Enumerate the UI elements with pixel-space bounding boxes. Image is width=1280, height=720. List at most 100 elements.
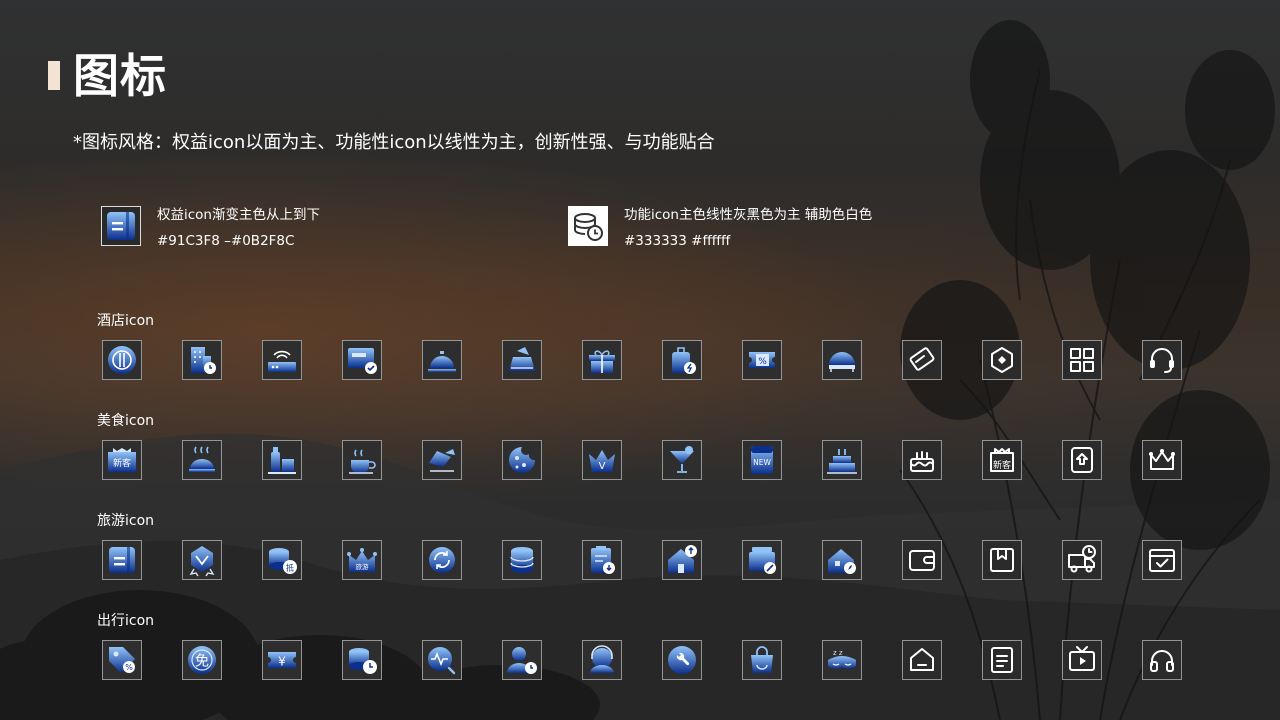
- page-title: 图标: [73, 49, 167, 103]
- birthday-cake-line-icon-glyph: [910, 451, 934, 472]
- user-clock-icon-glyph: [507, 647, 537, 674]
- service-bell-icon: [422, 340, 462, 380]
- new-customer-shop-icon-glyph: 新客: [108, 448, 136, 472]
- sleep-mask-icon-glyph: z z: [828, 649, 856, 669]
- room-key-card-icon: [902, 340, 942, 380]
- rights-legend-line2: #91C3F8 –#0B2F8C: [157, 233, 295, 249]
- headset-icon: [1142, 340, 1182, 380]
- clipboard-download-icon-glyph: [591, 546, 615, 574]
- sleep-mask-icon: z z: [822, 640, 862, 680]
- luggage-icon-glyph: [672, 347, 696, 374]
- svg-text:抵: 抵: [286, 563, 294, 573]
- dining-plate-icon-glyph: [108, 346, 136, 374]
- svg-text:V: V: [599, 461, 606, 472]
- function-legend-line2: #333333 #ffffff: [624, 233, 731, 249]
- room-card-check-icon: [342, 340, 382, 380]
- discount-ticket-icon-glyph: %: [749, 352, 775, 368]
- shopping-bag-icon-glyph: [751, 646, 773, 673]
- laundry-icon-glyph: [509, 347, 535, 371]
- new-customer-line-icon: 新客: [982, 440, 1022, 480]
- page-subtitle: *图标风格：权益icon以面为主、功能性icon以线性为主，创新性强、与功能贴合: [73, 132, 715, 153]
- diamond-badge-icon: [982, 340, 1022, 380]
- note-document-icon: [982, 640, 1022, 680]
- coins-clock-icon: [342, 640, 382, 680]
- cocktail-icon: [662, 440, 702, 480]
- wallet-icon: [902, 540, 942, 580]
- new-tag-icon-glyph: NEW: [751, 446, 773, 474]
- exchange-coupon-icon: [1062, 440, 1102, 480]
- wifi-router-icon: [262, 340, 302, 380]
- hot-coffee-icon-glyph: [349, 449, 376, 474]
- discount-ticket-icon: %: [742, 340, 782, 380]
- cookie-icon: [502, 440, 542, 480]
- tv-play-icon-glyph: [1069, 646, 1095, 671]
- room-key-card-icon-glyph: [909, 347, 935, 371]
- new-tag-icon: NEW: [742, 440, 782, 480]
- hotel-building-clock-icon-glyph: [191, 347, 216, 374]
- food-delivery-icon: [422, 440, 462, 480]
- discount-tag-icon-glyph: %: [109, 647, 135, 673]
- home-line-icon: [902, 640, 942, 680]
- vip-crown-icon: V: [582, 440, 622, 480]
- travel-crown-icon-glyph: 旅游: [347, 548, 377, 572]
- coin-stack-icon-glyph: [510, 547, 534, 573]
- crown-line-icon-glyph: [1149, 449, 1175, 470]
- gift-box-icon-glyph: [589, 350, 615, 373]
- truck-clock-icon: [1062, 540, 1102, 580]
- vip-crown-icon-glyph: V: [589, 450, 615, 472]
- laundry-icon: [502, 340, 542, 380]
- home-line-icon-glyph: [910, 648, 934, 671]
- free-coin-icon-glyph: 免: [188, 646, 216, 674]
- bottle-city-icon-glyph: [268, 447, 296, 474]
- function-legend-line1: 功能icon主色线性灰黑色为主 辅助色白色: [624, 207, 873, 223]
- svg-text:新客: 新客: [993, 459, 1011, 471]
- house-compass-icon: [822, 540, 862, 580]
- canopy-bed-icon: [822, 340, 862, 380]
- headphones-icon-glyph: [1150, 650, 1174, 672]
- repair-wrench-icon-glyph: [668, 646, 696, 674]
- cycle-refresh-icon: [422, 540, 462, 580]
- svg-text:NEW: NEW: [753, 458, 771, 467]
- discount-tag-icon: %: [102, 640, 142, 680]
- clipboard-download-icon: [582, 540, 622, 580]
- card-stack-cancel-icon: [742, 540, 782, 580]
- shopping-bag-icon: [742, 640, 782, 680]
- customer-service-icon-glyph: [590, 645, 614, 673]
- hotel-building-clock-icon: [182, 340, 222, 380]
- cocktail-icon-glyph: [670, 446, 694, 473]
- coins-clock-icon-glyph: [349, 648, 377, 674]
- repair-wrench-icon: [662, 640, 702, 680]
- steamed-bun-icon: [182, 440, 222, 480]
- diamond-badge-icon-glyph: [991, 347, 1013, 373]
- customer-service-icon: [582, 640, 622, 680]
- steamed-bun-icon-glyph: [189, 446, 215, 472]
- bottle-city-icon: [262, 440, 302, 480]
- svg-text:¥: ¥: [278, 655, 286, 669]
- luggage-icon: [662, 340, 702, 380]
- rights-legend-line1: 权益icon渐变主色从上到下: [157, 207, 320, 223]
- pulse-search-icon: [422, 640, 462, 680]
- document-card-icon: [102, 540, 142, 580]
- cookie-icon-glyph: [509, 447, 535, 473]
- row-label: 出行icon: [97, 613, 155, 629]
- birthday-cake-icon-glyph: [827, 449, 857, 474]
- document-card-icon-glyph: [109, 547, 135, 573]
- cycle-refresh-icon-glyph: [429, 547, 455, 573]
- calendar-check-icon: [1142, 540, 1182, 580]
- yen-ticket-icon: ¥: [262, 640, 302, 680]
- travel-crown-icon: 旅游: [342, 540, 382, 580]
- title-accent-bar: [48, 61, 60, 90]
- wallet-icon-glyph: [909, 550, 935, 571]
- birthday-cake-line-icon: [902, 440, 942, 480]
- headphones-icon: [1142, 640, 1182, 680]
- grid-apps-icon: [1062, 340, 1102, 380]
- vip-medal-icon: [182, 540, 222, 580]
- food-delivery-icon-glyph: [429, 449, 455, 472]
- truck-clock-icon-glyph: [1068, 545, 1096, 573]
- canopy-bed-icon-glyph: [829, 352, 855, 372]
- coins-deduct-icon-glyph: 抵: [269, 548, 297, 574]
- house-upload-icon: [662, 540, 702, 580]
- calendar-check-icon-glyph: [1149, 549, 1175, 572]
- room-card-check-icon-glyph: [348, 348, 377, 374]
- note-document-icon-glyph: [991, 647, 1013, 673]
